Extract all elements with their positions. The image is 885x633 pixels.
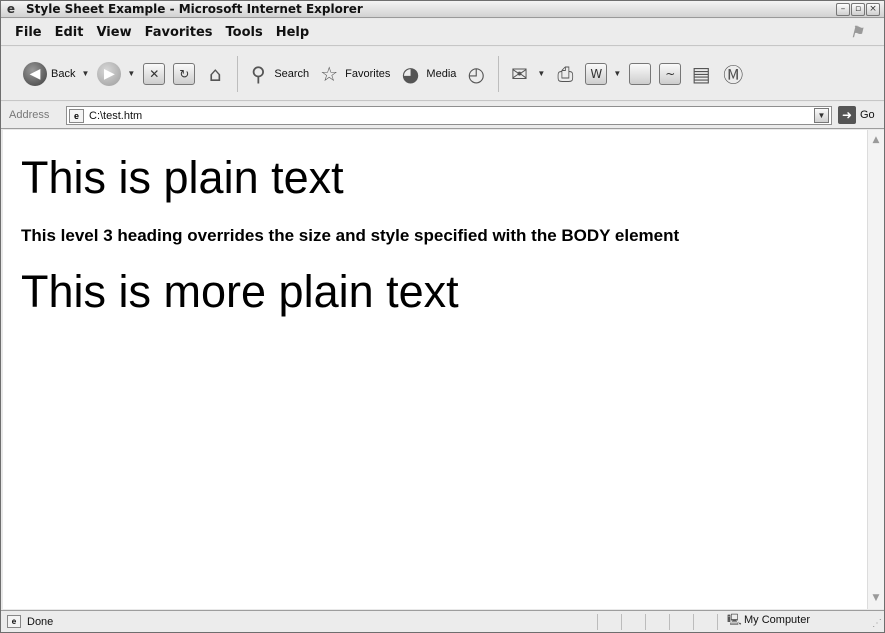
forward-icon: ▶ bbox=[97, 61, 122, 86]
status-text: Done bbox=[27, 615, 54, 628]
page-icon: e bbox=[69, 108, 84, 123]
media-label: Media bbox=[426, 67, 457, 80]
zone-text: My Computer bbox=[744, 613, 811, 626]
status-panel-divider bbox=[669, 614, 670, 630]
window-title: Style Sheet Example - Microsoft Internet… bbox=[26, 2, 363, 16]
menu-help[interactable]: Help bbox=[276, 25, 309, 40]
go-button[interactable]: ➜ Go bbox=[838, 106, 875, 124]
status-panel-divider bbox=[621, 614, 622, 630]
msn-icon: Ⓜ bbox=[723, 63, 744, 87]
status-panel-divider bbox=[597, 614, 598, 630]
history-icon: ◴ bbox=[467, 61, 486, 86]
print-button[interactable]: ⎙ bbox=[553, 59, 577, 89]
page-content: This is plain text This level 3 heading … bbox=[3, 130, 867, 609]
discuss-button[interactable] bbox=[629, 59, 652, 89]
resize-grip-icon[interactable]: ⋰ bbox=[870, 618, 882, 630]
minimize-button[interactable]: – bbox=[836, 3, 850, 16]
refresh-icon: ↻ bbox=[173, 62, 196, 85]
mail-icon: ✉ bbox=[511, 61, 528, 86]
address-value[interactable]: C:\test.htm bbox=[89, 110, 142, 122]
scroll-up-icon[interactable]: ▲ bbox=[868, 132, 884, 149]
standard-toolbar: ◀ Back ▼ ▶ ▼ ✕ ↻ ⌂ ⚲ Search ☆ Favorites … bbox=[1, 47, 884, 101]
menu-view[interactable]: View bbox=[96, 25, 131, 40]
home-button[interactable]: ⌂ bbox=[203, 59, 227, 89]
toolbar-separator bbox=[498, 55, 500, 92]
scroll-down-icon[interactable]: ▼ bbox=[868, 590, 884, 607]
vertical-scrollbar[interactable]: ▲ ▼ bbox=[867, 130, 884, 609]
search-icon: ⚲ bbox=[250, 61, 266, 86]
search-label: Search bbox=[274, 67, 310, 80]
menu-tools[interactable]: Tools bbox=[226, 25, 263, 40]
edit-button[interactable]: W ▼ bbox=[585, 59, 621, 89]
favorites-icon: ☆ bbox=[320, 61, 339, 86]
messenger-icon: ~ bbox=[659, 62, 682, 85]
menu-file[interactable]: File bbox=[15, 25, 42, 40]
status-page-icon: e bbox=[7, 615, 21, 628]
status-bar: e Done 🖳 My Computer ⋰ bbox=[1, 610, 884, 632]
research-button[interactable]: ▤ bbox=[689, 59, 713, 89]
window-controls: – ▫ × bbox=[836, 3, 880, 16]
my-computer-icon: 🖳 bbox=[727, 613, 742, 626]
search-button[interactable]: ⚲ Search bbox=[246, 59, 309, 89]
browser-window: e Style Sheet Example - Microsoft Intern… bbox=[0, 0, 885, 633]
discuss-icon bbox=[629, 62, 652, 85]
security-zone[interactable]: 🖳 My Computer bbox=[727, 613, 810, 626]
windows-logo-icon: ⚑ bbox=[850, 24, 864, 41]
favorites-button[interactable]: ☆ Favorites bbox=[317, 59, 390, 89]
home-icon: ⌂ bbox=[208, 61, 222, 86]
messenger-button[interactable]: ~ bbox=[659, 59, 682, 89]
go-label: Go bbox=[860, 109, 875, 121]
research-icon: ▤ bbox=[691, 61, 711, 86]
menu-favorites[interactable]: Favorites bbox=[145, 25, 213, 40]
mail-dropdown-icon[interactable]: ▼ bbox=[537, 69, 545, 78]
menu-bar: File Edit View Favorites Tools Help ⚑ bbox=[1, 19, 884, 46]
back-dropdown-icon[interactable]: ▼ bbox=[81, 69, 89, 78]
address-input[interactable]: e C:\test.htm ▼ bbox=[66, 106, 832, 125]
favorites-label: Favorites bbox=[345, 67, 391, 80]
level-3-heading: This level 3 heading overrides the size … bbox=[21, 226, 680, 245]
media-icon: ◕ bbox=[401, 61, 420, 86]
title-bar[interactable]: e Style Sheet Example - Microsoft Intern… bbox=[1, 1, 884, 18]
maximize-button[interactable]: ▫ bbox=[851, 3, 865, 16]
refresh-button[interactable]: ↻ bbox=[173, 59, 196, 89]
back-icon: ◀ bbox=[23, 61, 47, 86]
address-label: Address bbox=[9, 109, 50, 121]
edit-icon: W bbox=[585, 62, 608, 85]
back-label: Back bbox=[51, 67, 76, 80]
address-bar: Address e C:\test.htm ▼ ➜ Go bbox=[1, 102, 884, 129]
go-arrow-icon: ➜ bbox=[838, 106, 856, 124]
msn-button[interactable]: Ⓜ bbox=[721, 59, 745, 89]
status-panel-divider bbox=[645, 614, 646, 630]
toolbar-separator bbox=[237, 55, 239, 92]
stop-button[interactable]: ✕ bbox=[143, 59, 166, 89]
plain-text-2: This is more plain text bbox=[21, 266, 459, 317]
status-panel-divider bbox=[693, 614, 694, 630]
back-button[interactable]: ◀ Back ▼ bbox=[23, 59, 89, 89]
ie-logo-icon: e bbox=[6, 2, 16, 16]
status-panel-divider bbox=[717, 614, 718, 630]
stop-icon: ✕ bbox=[143, 62, 166, 85]
menu-edit[interactable]: Edit bbox=[55, 25, 84, 40]
mail-button[interactable]: ✉ ▼ bbox=[507, 59, 545, 89]
close-button[interactable]: × bbox=[866, 3, 880, 16]
history-button[interactable]: ◴ bbox=[464, 59, 488, 89]
address-dropdown-icon[interactable]: ▼ bbox=[814, 108, 829, 123]
forward-button[interactable]: ▶ ▼ bbox=[97, 59, 135, 89]
edit-dropdown-icon[interactable]: ▼ bbox=[613, 69, 621, 78]
plain-text-1: This is plain text bbox=[21, 152, 344, 203]
media-button[interactable]: ◕ Media bbox=[398, 59, 457, 89]
forward-dropdown-icon[interactable]: ▼ bbox=[127, 69, 135, 78]
print-icon: ⎙ bbox=[557, 61, 574, 86]
